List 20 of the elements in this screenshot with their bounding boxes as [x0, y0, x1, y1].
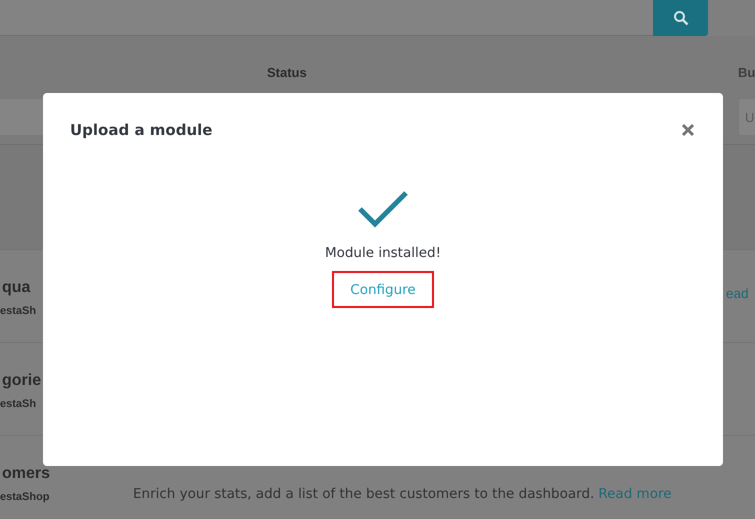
close-button[interactable] [681, 123, 695, 137]
read-more-link[interactable]: Read more [598, 486, 672, 502]
read-more-link[interactable]: ead [726, 286, 749, 301]
search-icon [672, 10, 688, 26]
search-button[interactable] [653, 0, 708, 36]
checkmark-icon [357, 189, 409, 229]
module-author: estaSh [0, 305, 38, 317]
module-name: omers [1, 465, 52, 483]
module-name: qua [1, 279, 32, 297]
search-field[interactable] [0, 0, 653, 36]
column-header: Status [267, 65, 307, 80]
module-author: estaShop [0, 491, 51, 503]
configure-button[interactable]: Configure [332, 271, 434, 308]
module-name: gorie [1, 372, 42, 390]
module-description: Enrich your stats, add a list of the best customers to the dashboard. [133, 486, 594, 502]
column-header: Bu [738, 65, 755, 80]
module-author: estaSh [0, 398, 38, 410]
modal-title: Upload a module [70, 121, 212, 139]
close-icon [681, 123, 695, 137]
success-message: Module installed! [324, 245, 442, 261]
